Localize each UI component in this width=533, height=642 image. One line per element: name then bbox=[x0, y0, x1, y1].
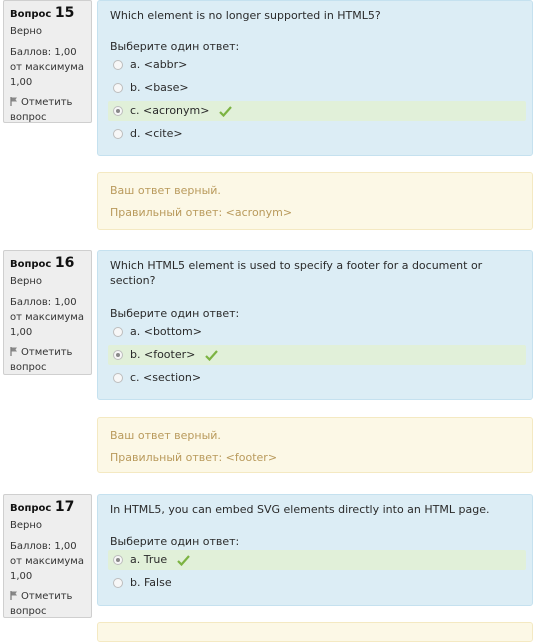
question-info: Вопрос 17 Верно Баллов: 1,00 от максимум… bbox=[3, 494, 92, 618]
question-content: In HTML5, you can embed SVG elements dir… bbox=[97, 494, 533, 606]
question-text: In HTML5, you can embed SVG elements dir… bbox=[110, 503, 490, 516]
question-title: Вопрос 15 bbox=[10, 5, 75, 21]
answer-option-a[interactable]: a. True bbox=[108, 550, 526, 570]
question-title: Вопрос 17 bbox=[10, 499, 75, 515]
feedback-correct-answer: Правильный ответ: <footer> bbox=[110, 451, 278, 464]
check-icon bbox=[176, 553, 190, 573]
answer-label: a. <abbr> bbox=[130, 58, 188, 71]
question-title: Вопрос 16 bbox=[10, 255, 75, 271]
question-state: Верно bbox=[10, 26, 43, 37]
answer-label: a. <bottom> bbox=[130, 325, 202, 338]
radio-button[interactable] bbox=[113, 129, 123, 139]
question-text: Which element is no longer supported in … bbox=[110, 9, 381, 22]
feedback-correct-answer: Правильный ответ: <acronym> bbox=[110, 206, 293, 219]
answer-label: d. <cite> bbox=[130, 127, 183, 140]
radio-button-selected[interactable] bbox=[113, 106, 123, 116]
answer-option-a[interactable]: a. <bottom> bbox=[108, 322, 526, 342]
question-state: Верно bbox=[10, 520, 43, 531]
answer-label: a. True bbox=[130, 553, 168, 566]
question-grade: Баллов: 1,00 от максимума 1,00 bbox=[10, 297, 84, 338]
question-feedback-partial bbox=[97, 622, 533, 642]
answer-option-d[interactable]: d. <cite> bbox=[108, 124, 526, 144]
flag-question-label[interactable]: Отметить вопрос bbox=[10, 347, 72, 373]
question-content: Which element is no longer supported in … bbox=[97, 0, 533, 156]
answer-label: b. <base> bbox=[130, 81, 189, 94]
question-feedback: Ваш ответ верный. Правильный ответ: <foo… bbox=[97, 417, 533, 473]
answer-prompt: Выберите один ответ: bbox=[110, 535, 240, 548]
answer-prompt: Выберите один ответ: bbox=[110, 40, 240, 53]
answer-option-c[interactable]: c. <acronym> bbox=[108, 101, 526, 121]
check-icon bbox=[219, 104, 232, 124]
question-grade: Баллов: 1,00 от максимума 1,00 bbox=[10, 541, 84, 582]
question-info: Вопрос 15 Верно Баллов: 1,00 от максимум… bbox=[3, 0, 92, 123]
answer-option-b[interactable]: b. <footer> bbox=[108, 345, 526, 365]
flag-question-link[interactable]: Отметить вопрос bbox=[10, 345, 91, 375]
question-number: 17 bbox=[54, 499, 75, 515]
question-content: Which HTML5 element is used to specify a… bbox=[97, 250, 533, 400]
answer-label: c. <section> bbox=[130, 371, 202, 384]
answer-prompt: Выберите один ответ: bbox=[110, 307, 240, 320]
flag-question-label[interactable]: Отметить вопрос bbox=[10, 591, 72, 617]
feedback-status: Ваш ответ верный. bbox=[110, 429, 221, 442]
radio-button-selected[interactable] bbox=[113, 555, 123, 565]
flag-question-link[interactable]: Отметить вопрос bbox=[10, 95, 91, 125]
radio-button[interactable] bbox=[113, 83, 123, 93]
radio-button[interactable] bbox=[113, 60, 123, 70]
question-info: Вопрос 16 Верно Баллов: 1,00 от максимум… bbox=[3, 250, 92, 375]
question-grade: Баллов: 1,00 от максимума 1,00 bbox=[10, 47, 84, 88]
radio-button[interactable] bbox=[113, 578, 123, 588]
radio-button-selected[interactable] bbox=[113, 350, 123, 360]
answer-option-a[interactable]: a. <abbr> bbox=[108, 55, 526, 75]
answer-label: b. <footer> bbox=[130, 348, 196, 361]
flag-icon[interactable] bbox=[10, 96, 18, 106]
flag-icon[interactable] bbox=[10, 346, 18, 356]
answer-option-c[interactable]: c. <section> bbox=[108, 368, 526, 388]
answer-label: b. False bbox=[130, 576, 172, 589]
question-feedback: Ваш ответ верный. Правильный ответ: <acr… bbox=[97, 172, 533, 230]
radio-button[interactable] bbox=[113, 373, 123, 383]
answer-option-b[interactable]: b. <base> bbox=[108, 78, 526, 98]
question-number: 15 bbox=[54, 5, 75, 21]
flag-question-label[interactable]: Отметить вопрос bbox=[10, 97, 72, 123]
question-state: Верно bbox=[10, 276, 43, 287]
flag-question-link[interactable]: Отметить вопрос bbox=[10, 589, 91, 619]
answer-label: c. <acronym> bbox=[130, 104, 210, 117]
radio-button[interactable] bbox=[113, 327, 123, 337]
flag-icon[interactable] bbox=[10, 590, 18, 600]
answer-option-b[interactable]: b. False bbox=[108, 573, 526, 593]
question-text: Which HTML5 element is used to specify a… bbox=[110, 259, 483, 287]
check-icon bbox=[205, 348, 218, 368]
feedback-status: Ваш ответ верный. bbox=[110, 184, 221, 197]
question-number: 16 bbox=[54, 255, 75, 271]
